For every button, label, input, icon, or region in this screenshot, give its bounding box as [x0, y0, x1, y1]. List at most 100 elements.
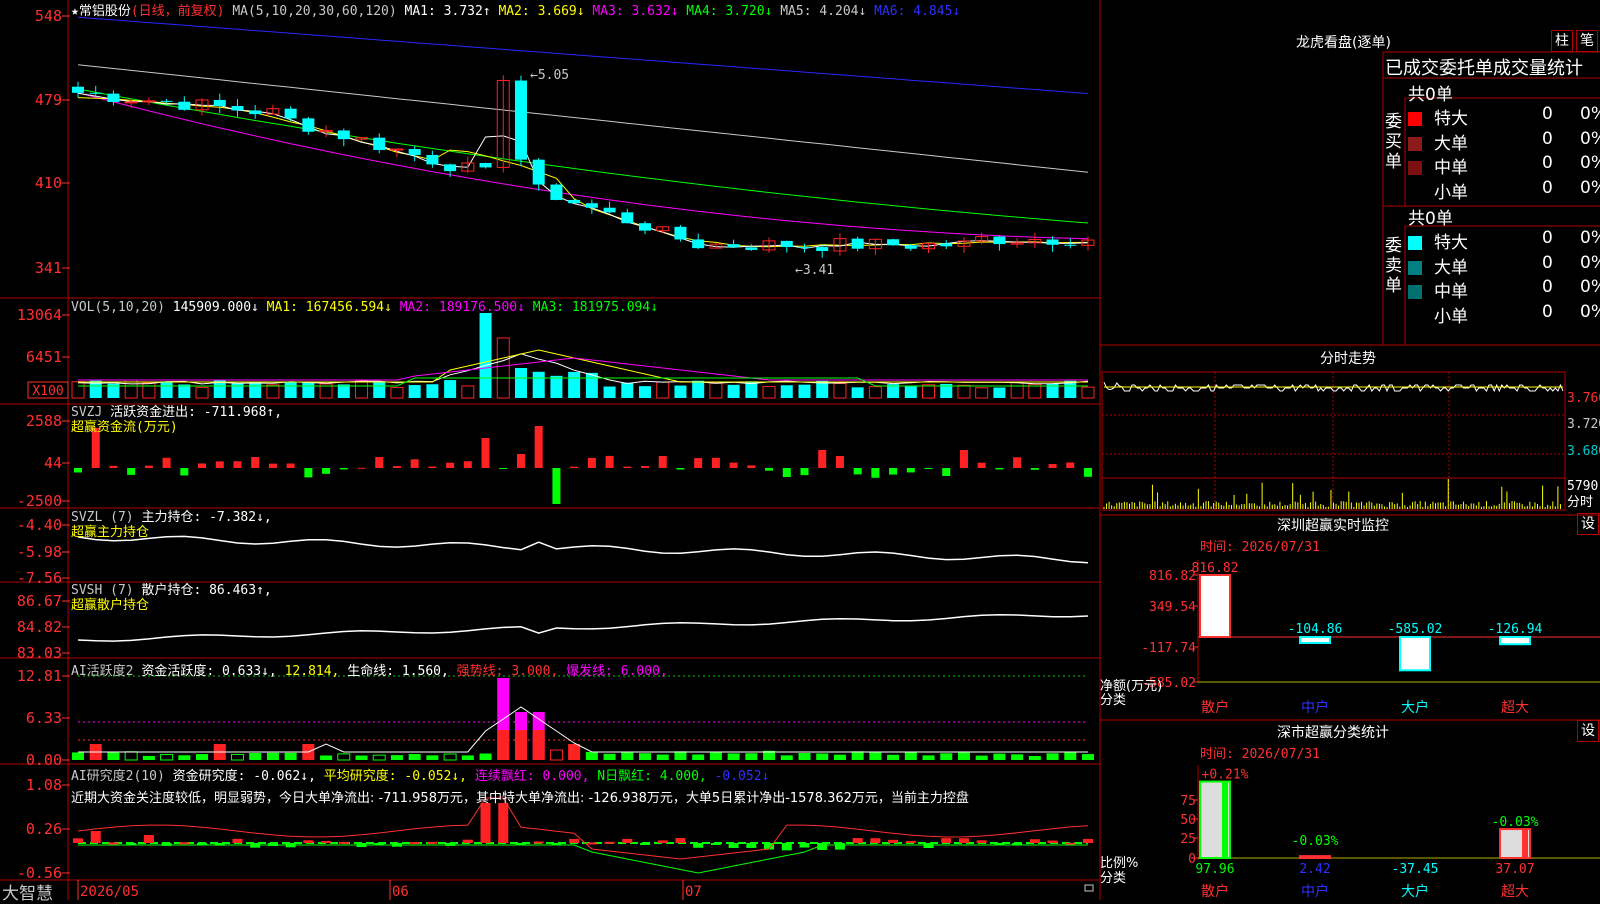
swatch	[1408, 136, 1422, 151]
stock-name[interactable]: 常铝股份	[79, 4, 131, 19]
svzj-bar	[800, 468, 809, 476]
monitor-settings-button[interactable]: 设	[1577, 513, 1599, 535]
monitor-xlabel: 分类	[1100, 693, 1127, 708]
classify-bar-label: -0.03%	[1292, 834, 1339, 849]
svzl-name[interactable]: SVZL (7)	[71, 510, 134, 525]
aiyj-bar	[73, 838, 83, 843]
svzj-bar	[658, 455, 667, 468]
aihy-tick-label: 6.33	[26, 709, 62, 727]
svzj-bar	[782, 468, 791, 478]
monitor-category-label: 中户	[1301, 699, 1329, 716]
vol-bar	[674, 385, 687, 398]
candle-down	[674, 226, 687, 240]
aiyj-bar	[799, 843, 810, 848]
vol-bar	[71, 381, 85, 399]
vol-bar	[603, 386, 616, 398]
svzj-name[interactable]: SVZJ	[71, 405, 102, 420]
candle-down	[302, 118, 315, 132]
fenshi-tick-label: 3.720	[1567, 417, 1600, 432]
row-percent: 0%	[1580, 153, 1600, 173]
sell-total: 共0单	[1408, 209, 1453, 229]
svzj-bar	[481, 438, 490, 468]
candle-down	[993, 236, 1006, 245]
svsh-name[interactable]: SVSH (7)	[71, 583, 134, 598]
aiyj-bar	[728, 843, 739, 848]
kline-header: ★常铝股份(日线，前复权) MA(5,10,20,30,60,120) MA1:…	[71, 0, 960, 19]
aihy-bar	[887, 754, 900, 760]
classify-category-label: 中户	[1301, 883, 1329, 900]
svzj-bar	[818, 450, 827, 468]
aiyj-bar	[781, 843, 792, 851]
svzj-bar	[853, 468, 862, 475]
svsh-tick-label: 84.82	[17, 618, 62, 636]
ma1-value: MA1: 3.732↑	[404, 4, 491, 19]
row-value: 0	[1542, 252, 1553, 273]
candle-down	[479, 162, 492, 168]
svzj-bar	[641, 465, 650, 468]
aihy-bar	[745, 753, 758, 760]
aiyj-bar	[1047, 840, 1058, 843]
tick-view-button[interactable]: 笔	[1576, 30, 1598, 52]
kline-mode[interactable]: (日线，前复权)	[131, 4, 225, 19]
candle-down	[940, 243, 953, 247]
vol-unit-label: X100	[32, 384, 63, 399]
aihy-bar	[124, 751, 138, 761]
classify-settings-button[interactable]: 设	[1577, 720, 1599, 742]
aihy-name[interactable]: AI活跃度2	[71, 664, 133, 679]
candle-down	[213, 99, 226, 106]
main-canvas[interactable]: 548 479 410 341 ←5.05 ←3.41 13064 6451 X100 2588 4…	[0, 0, 1600, 900]
aihy-bar	[355, 755, 368, 760]
aiyj-tick-label: 0.26	[26, 820, 62, 838]
vol-name[interactable]: VOL(5,10,20)	[71, 300, 165, 315]
svzj-bar	[676, 468, 685, 470]
time-axis-label: 2026/05	[80, 884, 139, 900]
svzl-tick-label: -4.40	[17, 516, 62, 534]
svzj-bar	[516, 454, 525, 468]
vol-ma2: MA2: 189176.500↓	[399, 300, 525, 315]
aiyj-bar	[586, 842, 597, 845]
aiyj-bar	[657, 840, 668, 843]
svzj-bar	[995, 468, 1004, 470]
svzj-bar	[942, 468, 951, 477]
aihy-bar	[1011, 754, 1024, 760]
sell-row: 特大 0 0%	[1408, 228, 1600, 253]
buy-label: 委买单	[1385, 112, 1402, 172]
candle-down	[107, 93, 120, 102]
row-name: 大单	[1434, 257, 1468, 278]
aihy-bar	[851, 751, 864, 760]
aihy-bar	[833, 754, 846, 760]
classify-bar-stripe	[1222, 781, 1228, 858]
monitor-category-label: 散户	[1201, 699, 1229, 716]
aiyj-bar	[852, 838, 863, 843]
aihy-bar	[940, 753, 953, 760]
aiyj-bar	[409, 842, 420, 845]
monitor-bar	[1399, 636, 1431, 672]
aiyj-bar	[1083, 838, 1093, 843]
row-name: 中单	[1434, 282, 1468, 302]
row-name: 大单	[1434, 133, 1468, 154]
svzj-bar	[889, 468, 898, 475]
monitor-ylabel: 净额(万元)	[1100, 679, 1163, 694]
aiyj-name[interactable]: AI研究度2(10)	[71, 769, 165, 784]
vol-bar	[621, 382, 634, 398]
vol-bar	[762, 386, 776, 399]
ma5-line	[77, 64, 1089, 173]
aihy-bar	[922, 755, 935, 760]
vol-bar	[692, 380, 705, 398]
svzj-bar	[924, 468, 933, 469]
aihy-bar	[1046, 753, 1059, 760]
aihy-bar	[975, 755, 988, 760]
svzj-bar	[127, 468, 136, 475]
candle-down	[745, 247, 758, 250]
candle-down	[603, 207, 616, 213]
high-label: ←5.05	[530, 68, 569, 83]
aihy-bar	[549, 749, 563, 761]
aihy-bar	[266, 752, 279, 760]
vol-bar	[922, 384, 936, 399]
classify-category-label: 超大	[1501, 884, 1529, 900]
aihy-c: 生命线: 1.560,	[347, 664, 449, 679]
row-percent: 0%	[1580, 277, 1600, 297]
column-view-button[interactable]: 柱	[1551, 30, 1573, 52]
candle-down	[639, 223, 652, 231]
svzl-header: SVZL (7) 主力持仓: -7.382↓, 超赢主力持仓	[71, 510, 272, 540]
